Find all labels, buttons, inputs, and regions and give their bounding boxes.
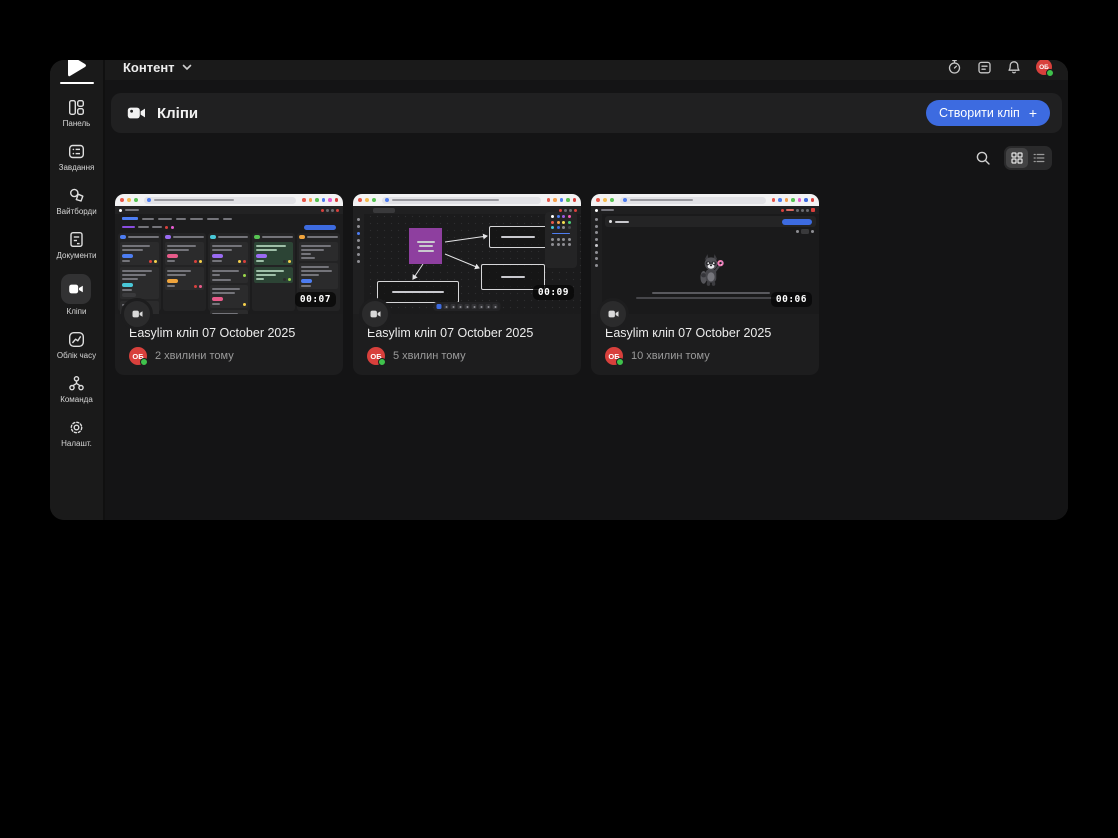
avatar: ОБ [367, 347, 386, 366]
avatar: ОБ [129, 347, 148, 366]
sidebar-label: Панель [62, 119, 91, 128]
sidebar-label: Налашт. [61, 439, 92, 448]
sidebar-item-dashboard[interactable]: Панель [62, 98, 91, 128]
diagram-box [489, 226, 547, 248]
clip-title: Easylim кліп 07 October 2025 [605, 326, 772, 340]
avatar: ОБ [605, 347, 624, 366]
content-area: Кліпи Створити кліп + 00:07 Easylim кліп… [105, 80, 1068, 520]
clip-card[interactable]: 00:07 Easylim кліп 07 October 2025 ОБ 2 … [115, 194, 343, 375]
color-palette-panel [545, 212, 577, 268]
main-column: Контент ОБ Кліпи Створити кліп + 00:07 E… [105, 60, 1068, 520]
clip-time-ago: 2 хвилини тому [155, 350, 234, 362]
clip-title: Easylim кліп 07 October 2025 [129, 326, 296, 340]
sidebar-nav: Панель Завдання Вайтборди Документи Кліп… [56, 98, 97, 448]
sidebar-label: Команда [60, 395, 93, 404]
clip-card[interactable]: 00:06 Easylim кліп 07 October 2025 ОБ 10… [591, 194, 819, 375]
sidebar-item-tasks[interactable]: Завдання [58, 142, 95, 172]
duration-badge: 00:06 [770, 292, 812, 307]
documents-icon [67, 230, 85, 248]
clip-type-badge [597, 298, 629, 330]
browser-chrome [115, 194, 343, 206]
view-toggle [1004, 146, 1052, 170]
sidebar-item-documents[interactable]: Документи [56, 230, 97, 260]
sidebar-item-clips[interactable]: Кліпи [61, 274, 92, 316]
chevron-down-icon[interactable] [182, 64, 192, 71]
create-clip-button[interactable]: Створити кліп + [926, 100, 1050, 126]
online-status-dot [616, 358, 624, 366]
browser-chrome [591, 194, 819, 206]
browser-chrome [353, 194, 581, 206]
bell-icon[interactable] [1007, 60, 1021, 75]
search-icon[interactable] [975, 150, 991, 166]
list-view-button[interactable] [1028, 148, 1050, 168]
plus-icon: + [1028, 105, 1037, 121]
raccoon-mascot [699, 253, 724, 286]
timer-icon[interactable] [947, 60, 962, 75]
clip-time-ago: 10 хвилин тому [631, 350, 710, 362]
sidebar-label: Вайтборди [56, 207, 97, 216]
clip-type-badge [121, 298, 153, 330]
team-icon [67, 374, 85, 392]
clip-type-badge [359, 298, 391, 330]
online-status-dot [378, 358, 386, 366]
clip-title: Easylim кліп 07 October 2025 [367, 326, 534, 340]
topbar: Контент ОБ [105, 60, 1068, 80]
workspace-switcher[interactable]: Контент [123, 60, 175, 75]
video-clip-icon [127, 105, 146, 121]
online-status-dot [140, 358, 148, 366]
sidebar-label: Кліпи [66, 307, 87, 316]
duration-badge: 00:09 [532, 285, 574, 300]
sidebar-divider [59, 82, 94, 84]
sidebar-label: Облік часу [56, 351, 97, 360]
sidebar-label: Документи [56, 251, 97, 260]
list-toolbar [105, 144, 1068, 172]
clip-thumbnail-kanban[interactable]: 00:07 [115, 194, 343, 314]
sidebar-label: Завдання [58, 163, 95, 172]
app-logo[interactable] [50, 60, 103, 80]
play-logo-icon [67, 60, 86, 77]
diagram-box [377, 281, 459, 303]
whiteboards-icon [67, 186, 85, 204]
duration-badge: 00:07 [294, 292, 336, 307]
page-title: Кліпи [157, 104, 199, 122]
notes-icon[interactable] [977, 60, 992, 75]
clips-icon [68, 281, 84, 297]
tasks-icon [67, 142, 85, 160]
sidebar-item-team[interactable]: Команда [60, 374, 93, 404]
page-header: Кліпи Створити кліп + [111, 93, 1062, 133]
screen: Панель Завдання Вайтборди Документи Кліп… [0, 0, 1118, 838]
online-status-dot [1046, 69, 1054, 77]
sidebar-item-whiteboards[interactable]: Вайтборди [56, 186, 97, 216]
create-clip-label: Створити кліп [939, 106, 1020, 120]
settings-icon [67, 418, 85, 436]
clip-card[interactable]: 00:09 Easylim кліп 07 October 2025 ОБ 5 … [353, 194, 581, 375]
dashboard-icon [67, 98, 85, 116]
avatar[interactable]: ОБ [1036, 60, 1054, 77]
topbar-actions: ОБ [947, 60, 1054, 77]
sticky-note [409, 228, 442, 264]
app-window: Панель Завдання Вайтборди Документи Кліп… [50, 60, 1068, 520]
grid-view-button[interactable] [1006, 148, 1028, 168]
clip-time-ago: 5 хвилин тому [393, 350, 466, 362]
sidebar-item-settings[interactable]: Налашт. [61, 418, 92, 448]
sidebar: Панель Завдання Вайтборди Документи Кліп… [50, 60, 105, 520]
clips-grid: 00:07 Easylim кліп 07 October 2025 ОБ 2 … [105, 194, 1068, 375]
clip-thumbnail-clips-page[interactable]: 00:06 [591, 194, 819, 314]
active-item-background [61, 274, 92, 304]
sidebar-item-time-tracking[interactable]: Облік часу [57, 330, 96, 360]
time-tracking-icon [67, 330, 85, 348]
clip-thumbnail-whiteboard[interactable]: 00:09 [353, 194, 581, 314]
whiteboard-toolbar [433, 302, 501, 311]
